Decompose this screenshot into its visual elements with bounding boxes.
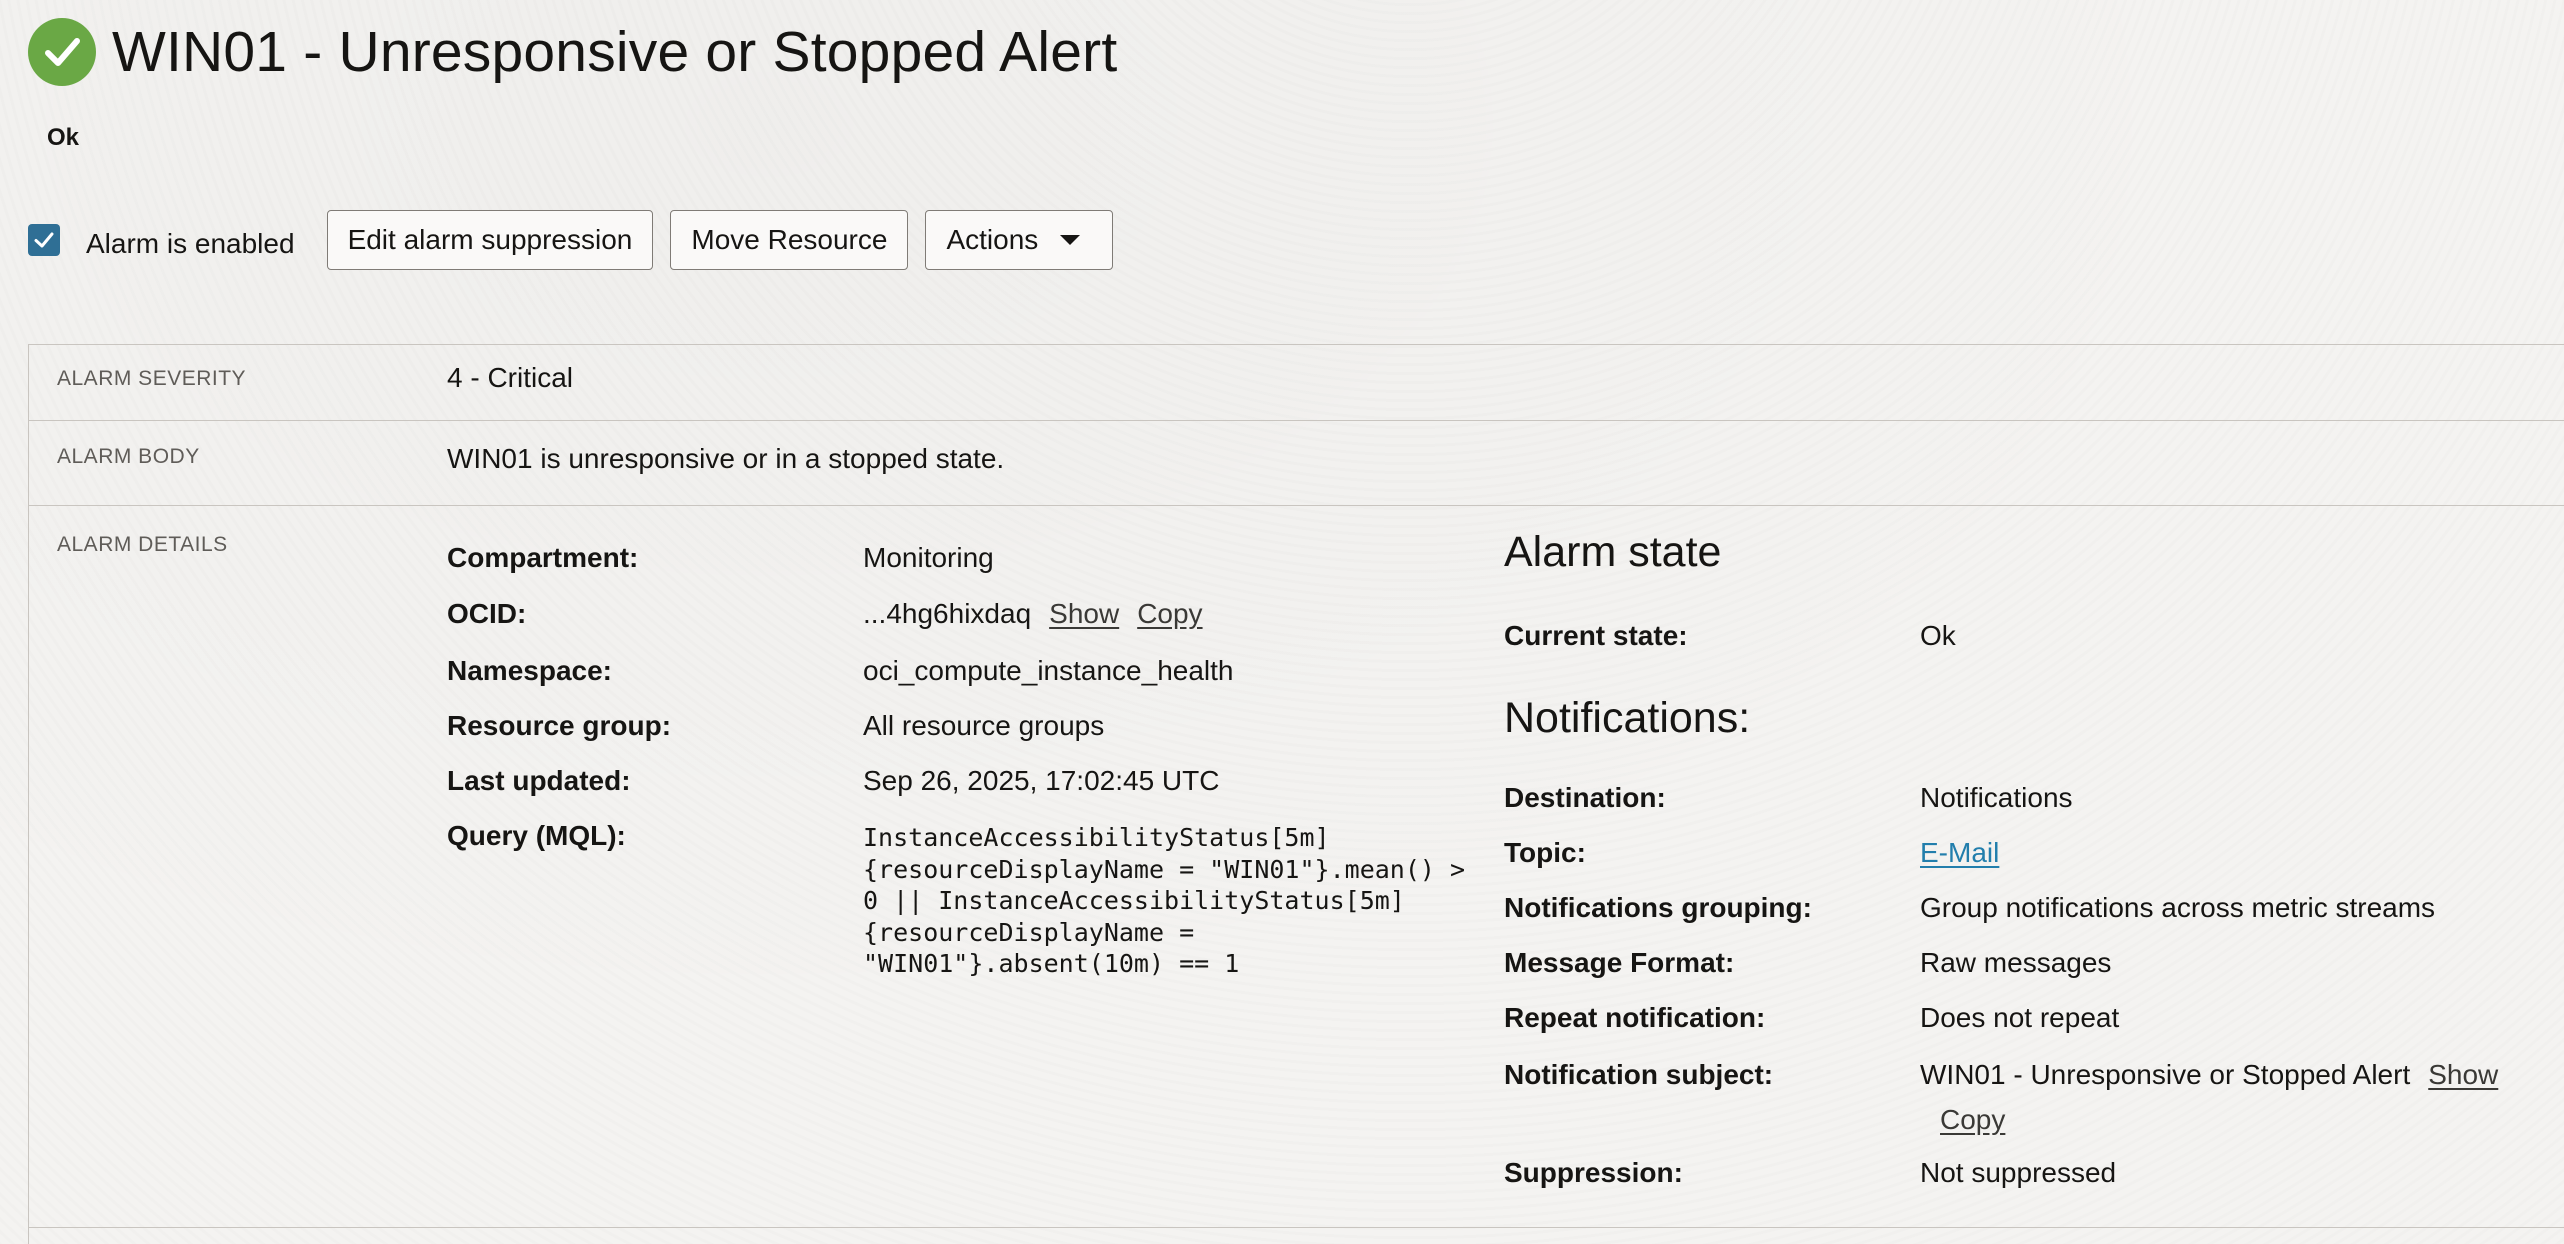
move-resource-button[interactable]: Move Resource: [670, 210, 909, 270]
alarm-severity-label: ALARM SEVERITY: [57, 367, 247, 390]
notification-subject-value-group: WIN01 - Unresponsive or Stopped Alert Sho…: [1920, 1059, 2498, 1091]
page-header: WIN01 - Unresponsive or Stopped Alert: [28, 18, 1117, 86]
message-format-value: Raw messages: [1920, 947, 2112, 978]
query-value: InstanceAccessibilityStatus[5m] {resource…: [863, 822, 1465, 980]
caret-down-icon: [1060, 235, 1081, 245]
alarm-body-label: ALARM BODY: [57, 445, 200, 468]
current-state-key: Current state:: [1504, 620, 1688, 651]
alarm-details-row: ALARM DETAILS Compartment: Monitoring OC…: [29, 506, 2564, 1228]
alarm-detail-page: WIN01 - Unresponsive or Stopped Alert Ok…: [0, 0, 2564, 1244]
alarm-severity-row: ALARM SEVERITY 4 - Critical: [29, 345, 2564, 421]
repeat-notification-value: Does not repeat: [1920, 1002, 2120, 1033]
topic-key: Topic:: [1504, 837, 1586, 868]
compartment-key: Compartment:: [447, 542, 639, 573]
suppression-key: Suppression:: [1504, 1157, 1683, 1188]
destination-key: Destination:: [1504, 782, 1666, 813]
query-key: Query (MQL):: [447, 820, 626, 851]
page-title: WIN01 - Unresponsive or Stopped Alert: [112, 20, 1118, 84]
namespace-key: Namespace:: [447, 655, 612, 686]
subject-copy-wrap: Copy: [1922, 1104, 2005, 1136]
ocid-value: ...4hg6hixdaq: [863, 598, 1032, 629]
toolbar: Alarm is enabled Edit alarm suppression …: [28, 210, 1114, 270]
resource-group-value: All resource groups: [863, 710, 1105, 741]
destination-value: Notifications: [1920, 782, 2073, 813]
query-line: {resourceDisplayName =: [863, 917, 1195, 947]
notifications-grouping-key: Notifications grouping:: [1504, 892, 1812, 923]
query-line: 0 || InstanceAccessibilityStatus[5m]: [863, 886, 1405, 915]
alarm-details-label: ALARM DETAILS: [57, 533, 228, 556]
resource-group-key: Resource group:: [447, 710, 672, 741]
alarm-enabled-label[interactable]: Alarm is enabled: [86, 228, 295, 260]
notification-subject-value: WIN01 - Unresponsive or Stopped Alert: [1920, 1059, 2411, 1090]
namespace-value: oci_compute_instance_health: [863, 655, 1234, 686]
alarm-details-table: ALARM SEVERITY 4 - Critical ALARM BODY W…: [28, 344, 2564, 1244]
alarm-body-row: ALARM BODY WIN01 is unresponsive or in a…: [29, 421, 2564, 506]
alarm-state-label: Ok: [47, 124, 80, 151]
ocid-value-group: ...4hg6hixdaq Show Copy: [863, 598, 1203, 630]
ocid-copy-link[interactable]: Copy: [1137, 598, 1202, 629]
notifications-grouping-value: Group notifications across metric stream…: [1920, 892, 2436, 923]
last-updated-value: Sep 26, 2025, 17:02:45 UTC: [863, 765, 1220, 796]
message-format-key: Message Format:: [1504, 947, 1735, 978]
check-circle-icon: [28, 18, 96, 86]
last-updated-key: Last updated:: [447, 765, 631, 796]
repeat-notification-key: Repeat notification:: [1504, 1002, 1766, 1033]
notification-subject-key: Notification subject:: [1504, 1059, 1774, 1090]
query-line: InstanceAccessibilityStatus[5m]: [863, 823, 1330, 852]
alarm-enabled-checkbox[interactable]: [28, 224, 60, 256]
alarm-body-value: WIN01 is unresponsive or in a stopped st…: [447, 443, 1005, 474]
ocid-key: OCID:: [447, 598, 527, 629]
topic-link-wrap: E-Mail: [1920, 837, 1999, 869]
edit-alarm-suppression-button[interactable]: Edit alarm suppression: [326, 210, 654, 270]
actions-label: Actions: [946, 224, 1039, 255]
alarm-state-heading: Alarm state: [1504, 528, 1722, 576]
notifications-heading: Notifications:: [1504, 694, 1751, 742]
subject-copy-link[interactable]: Copy: [1940, 1104, 2005, 1135]
current-state-value: Ok: [1920, 620, 1956, 651]
subject-show-link[interactable]: Show: [2428, 1059, 2498, 1090]
alarm-severity-value: 4 - Critical: [447, 362, 574, 393]
query-line: "WIN01"}.absent(10m) == 1: [863, 949, 1240, 978]
topic-link[interactable]: E-Mail: [1920, 837, 1999, 868]
actions-dropdown-button[interactable]: Actions: [925, 210, 1114, 270]
ocid-show-link[interactable]: Show: [1049, 598, 1119, 629]
suppression-value: Not suppressed: [1920, 1157, 2117, 1188]
checkmark-icon: [34, 232, 54, 248]
compartment-value: Monitoring: [863, 542, 994, 573]
query-line: {resourceDisplayName = "WIN01"}.mean() >: [863, 854, 1466, 884]
